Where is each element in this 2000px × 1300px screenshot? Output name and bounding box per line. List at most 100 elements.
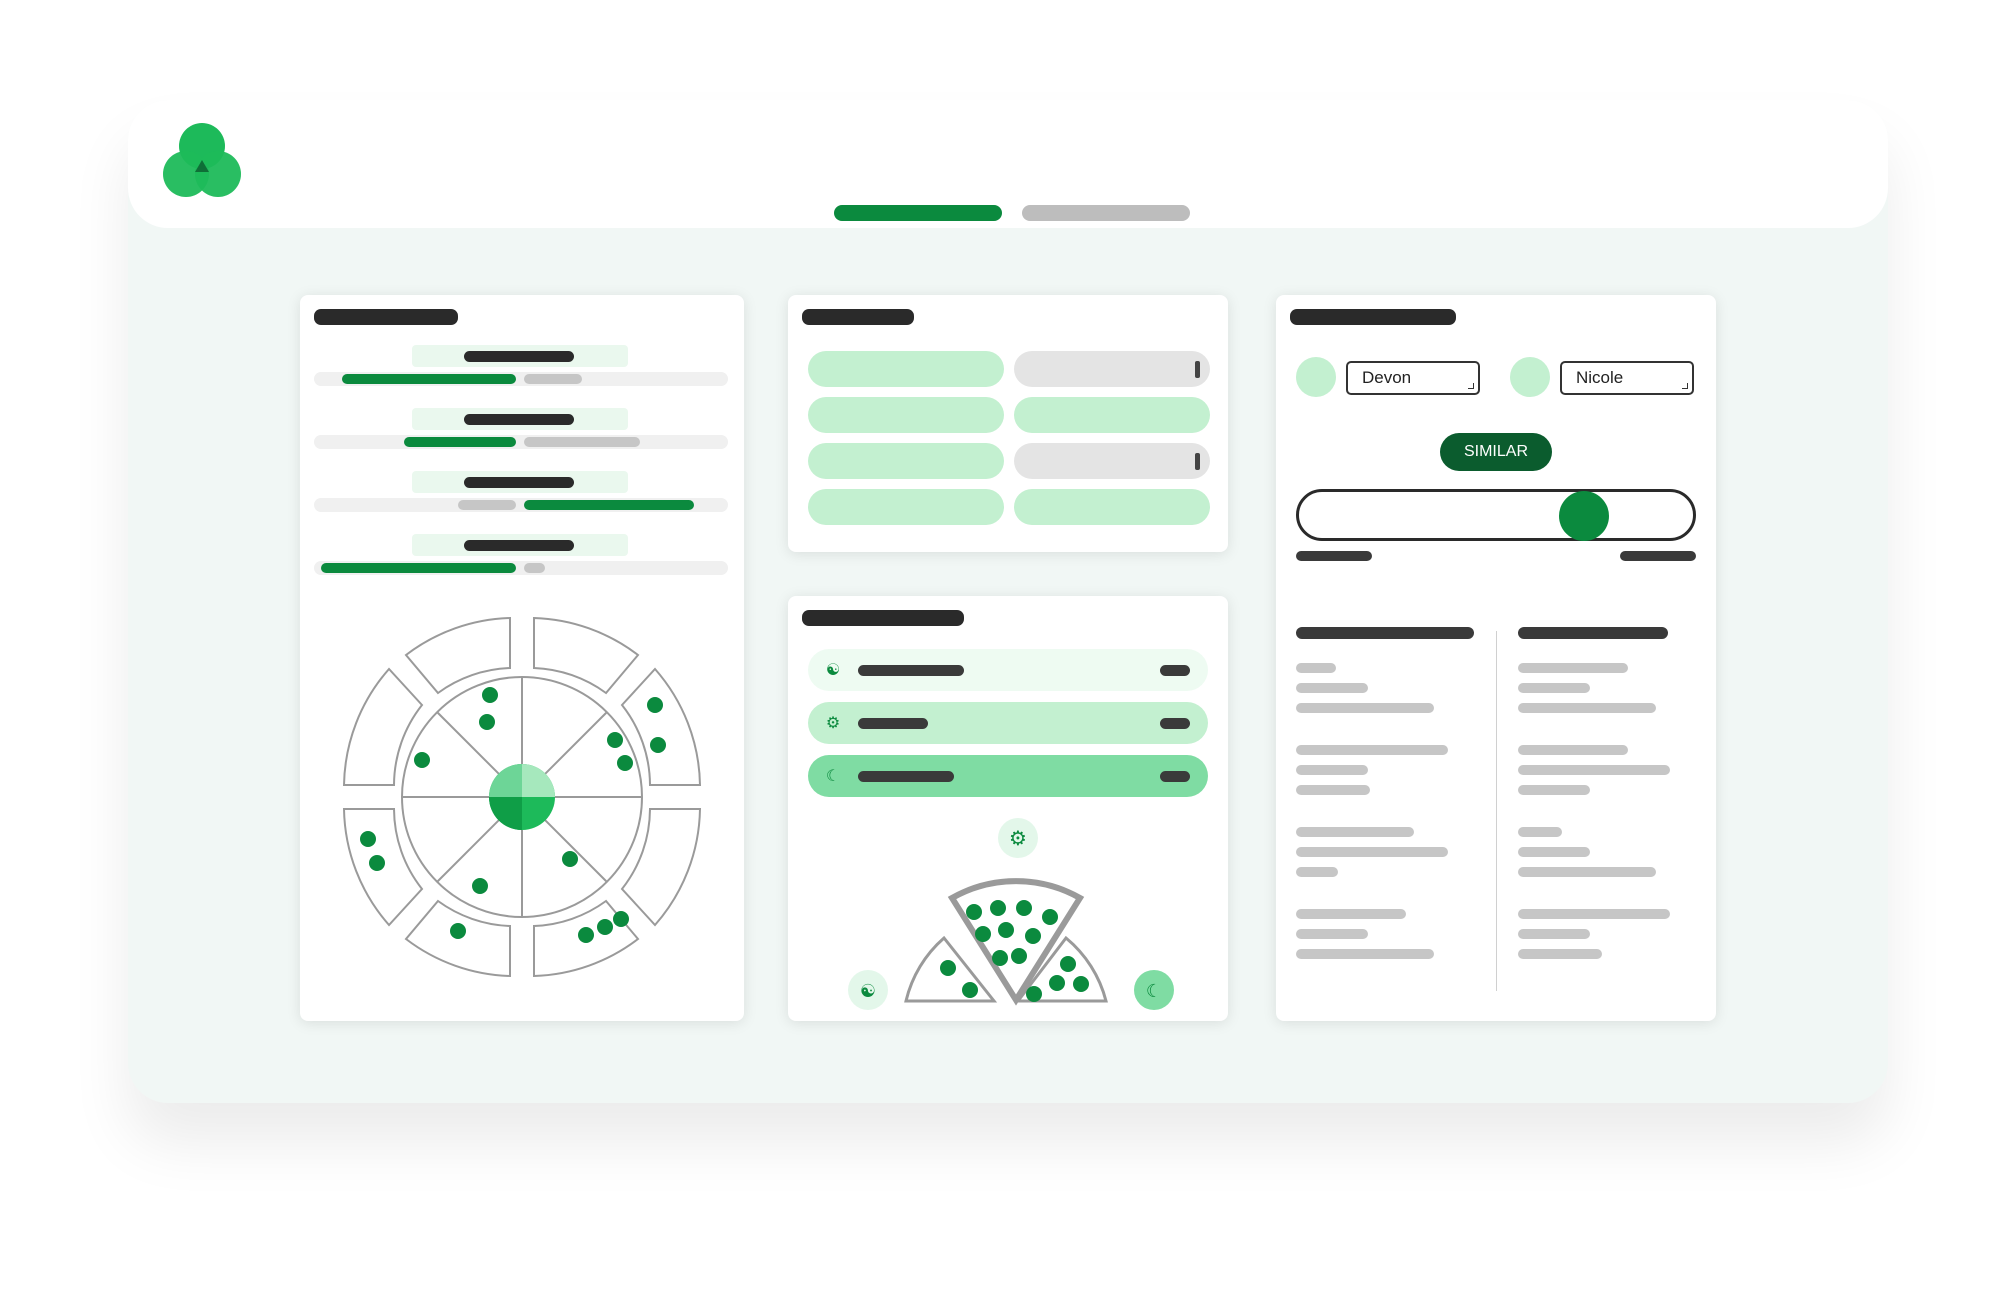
progress-row: [314, 345, 728, 389]
progress-row: [314, 534, 728, 578]
progress-card: [300, 295, 744, 1021]
data-point: [360, 831, 376, 847]
column-b-heading: [1518, 627, 1668, 639]
detail-line: [1296, 703, 1434, 713]
detail-line: [1296, 909, 1406, 919]
slider-thumb[interactable]: [1559, 491, 1609, 541]
pair-right-slot[interactable]: [1014, 351, 1210, 387]
detail-line: [1296, 867, 1338, 877]
pair-right-slot[interactable]: [1014, 397, 1210, 433]
pair-left-slot[interactable]: [808, 351, 1004, 387]
data-point: [450, 923, 466, 939]
ring-segment: [620, 667, 702, 786]
ranking-label: [858, 771, 954, 782]
avatar: [1296, 357, 1336, 397]
card-title: [802, 309, 914, 325]
detail-line: [1296, 745, 1448, 755]
detail-line: [1518, 867, 1656, 877]
person-a-field[interactable]: Devon: [1346, 361, 1480, 395]
data-point: [414, 752, 430, 768]
data-point: [482, 687, 498, 703]
tab-overview[interactable]: [834, 205, 1002, 221]
ranking-row[interactable]: ☾: [808, 755, 1208, 797]
detail-line: [1518, 909, 1670, 919]
progress-row: [314, 408, 728, 452]
progress-fill-gray: [458, 500, 516, 510]
data-point: [613, 911, 629, 927]
tab-details[interactable]: [1022, 205, 1190, 221]
moon-icon: ☾: [825, 768, 841, 785]
card-title: [802, 610, 964, 626]
column-a-heading: [1296, 627, 1474, 639]
ranking-value: [1160, 665, 1190, 676]
row-label: [464, 414, 574, 425]
drag-handle[interactable]: [1195, 361, 1200, 378]
detail-line: [1296, 847, 1448, 857]
data-point: [650, 737, 666, 753]
slider-max-label: [1620, 551, 1696, 561]
pair-right-slot[interactable]: [1014, 489, 1210, 525]
pairs-card: [788, 295, 1228, 552]
progress-fill-gray: [524, 437, 640, 447]
detail-line: [1518, 949, 1602, 959]
detail-line: [1518, 847, 1590, 857]
svg-text:⚙: ⚙: [1009, 826, 1027, 850]
detail-line: [1296, 683, 1368, 693]
ranking-label: [858, 665, 964, 676]
pair-left-slot[interactable]: [808, 397, 1004, 433]
data-point: [479, 714, 495, 730]
column-divider: [1496, 631, 1497, 991]
ranking-value: [1160, 718, 1190, 729]
progress-fill-gray: [524, 374, 582, 384]
users-icon: ☯: [825, 662, 841, 679]
app-frame: ☯ ⚙ ☾ ⚙ ☯ ☾ Devon Nicole SIMILAR: [128, 100, 1888, 1103]
detail-line: [1518, 703, 1656, 713]
drag-handle[interactable]: [1195, 453, 1200, 470]
data-point: [578, 927, 594, 943]
slider-min-label: [1296, 551, 1372, 561]
detail-line: [1296, 663, 1336, 673]
ranking-value: [1160, 771, 1190, 782]
pair-left-slot[interactable]: [808, 489, 1004, 525]
header-bar: [128, 100, 1888, 228]
compare-card: Devon Nicole SIMILAR: [1276, 295, 1716, 1021]
data-point: [617, 755, 633, 771]
svg-text:☾: ☾: [1146, 981, 1162, 1002]
pair-left-slot[interactable]: [808, 443, 1004, 479]
data-point: [607, 732, 623, 748]
ring-segment: [533, 616, 640, 695]
gear-icon: ⚙: [825, 715, 841, 732]
ring-segment: [404, 616, 511, 695]
detail-line: [1518, 765, 1670, 775]
detail-line: [1518, 785, 1590, 795]
data-point: [647, 697, 663, 713]
progress-fill-green: [524, 500, 694, 510]
card-title: [314, 309, 458, 325]
person-b-field[interactable]: Nicole: [1560, 361, 1694, 395]
ranking-row[interactable]: ⚙: [808, 702, 1208, 744]
radial-cluster-chart: [342, 616, 702, 978]
row-label: [464, 351, 574, 362]
similarity-slider[interactable]: [1296, 489, 1696, 541]
ring-segment: [620, 808, 702, 927]
detail-line: [1518, 683, 1590, 693]
svg-text:☯: ☯: [860, 981, 876, 1002]
detail-line: [1518, 827, 1562, 837]
progress-row: [314, 471, 728, 515]
detail-line: [1296, 765, 1368, 775]
row-label: [464, 540, 574, 551]
data-point: [369, 855, 385, 871]
similar-button[interactable]: SIMILAR: [1440, 433, 1552, 471]
ranking-label: [858, 718, 928, 729]
detail-line: [1518, 745, 1628, 755]
data-point: [597, 919, 613, 935]
detail-line: [1518, 929, 1590, 939]
detail-line: [1296, 929, 1368, 939]
detail-line: [1518, 663, 1628, 673]
data-point: [562, 851, 578, 867]
row-label: [464, 477, 574, 488]
ranking-row[interactable]: ☯: [808, 649, 1208, 691]
detail-line: [1296, 785, 1370, 795]
triad-segment-chart: ⚙ ☯ ☾: [848, 818, 1174, 1010]
pair-right-slot[interactable]: [1014, 443, 1210, 479]
